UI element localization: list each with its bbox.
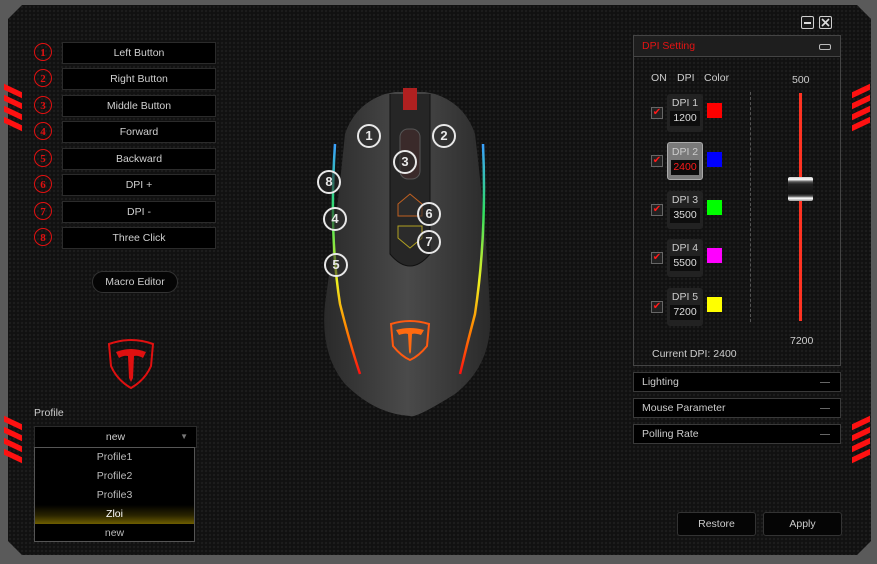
minimize-button[interactable]	[801, 16, 814, 29]
button-number-badge: 7	[34, 202, 52, 220]
profile-selected-value: new	[105, 431, 126, 443]
button-assign-dpi-minus[interactable]: DPI -	[62, 201, 216, 223]
profile-option[interactable]: Profile1	[35, 448, 194, 467]
decor-stripes-left-bottom	[4, 415, 24, 468]
dpi1-color-swatch[interactable]	[707, 103, 722, 118]
button-assign-right[interactable]: Right Button	[62, 68, 216, 90]
mouse-callout-8: 8	[317, 170, 341, 194]
dpi-setting-title: DPI Setting	[642, 40, 696, 52]
dpi-level-name: DPI 3	[671, 194, 699, 206]
dpi-setting-header[interactable]: DPI Setting	[634, 36, 840, 57]
dpi-level-name: DPI 4	[671, 242, 699, 254]
section-label: Polling Rate	[642, 428, 699, 440]
button-number-badge: 2	[34, 69, 52, 87]
profile-option[interactable]: Profile3	[35, 486, 194, 505]
section-lighting[interactable]: Lighting	[633, 372, 841, 392]
button-assign-dpi-plus[interactable]: DPI +	[62, 174, 216, 196]
dpi-level-value[interactable]: 7200	[670, 305, 700, 320]
mouse-callout-4: 4	[323, 207, 347, 231]
button-number-badge: 6	[34, 175, 52, 193]
button-assign-middle[interactable]: Middle Button	[62, 95, 216, 117]
dpi4-color-swatch[interactable]	[707, 248, 722, 263]
brand-logo	[107, 339, 155, 390]
dpi-slider-track[interactable]	[799, 93, 802, 321]
mouse-illustration	[324, 88, 491, 417]
dpi-level-name: DPI 1	[671, 97, 699, 109]
dpi-level-value[interactable]: 3500	[670, 208, 700, 223]
button-number-badge: 5	[34, 149, 52, 167]
button-number-badge: 3	[34, 96, 52, 114]
dpi-level-value[interactable]: 1200	[670, 111, 700, 126]
dpi3-enable-checkbox[interactable]: ✔	[651, 204, 663, 216]
dpi-level-1[interactable]: DPI 1 1200	[667, 94, 703, 132]
dpi-level-name: DPI 5	[671, 291, 699, 303]
profile-dropdown-list: Profile1 Profile2 Profile3 Zloi new	[34, 447, 195, 542]
dpi2-color-swatch[interactable]	[707, 152, 722, 167]
mouse-callout-1: 1	[357, 124, 381, 148]
restore-button[interactable]: Restore	[677, 512, 756, 536]
dpi1-enable-checkbox[interactable]: ✔	[651, 107, 663, 119]
section-label: Lighting	[642, 376, 679, 388]
button-number-badge: 1	[34, 43, 52, 61]
dpi5-color-swatch[interactable]	[707, 297, 722, 312]
button-number-badge: 8	[34, 228, 52, 246]
dpi-level-value[interactable]: 5500	[670, 256, 700, 271]
decor-stripes-right-bottom	[852, 415, 872, 468]
current-dpi-label: Current DPI:	[652, 348, 711, 360]
mouse-callout-7: 7	[417, 230, 441, 254]
dpi-level-2[interactable]: DPI 2 2400	[667, 142, 703, 180]
column-header-on: ON	[651, 72, 667, 84]
mouse-callout-3: 3	[393, 150, 417, 174]
current-dpi-readout: Current DPI: 2400	[652, 348, 737, 360]
profile-option[interactable]: Profile2	[35, 467, 194, 486]
decor-stripes-left-top	[4, 83, 24, 136]
profile-option[interactable]: new	[35, 524, 194, 543]
dpi-slider-max-label: 7200	[790, 335, 814, 347]
button-number-badge: 4	[34, 122, 52, 140]
expand-icon	[820, 408, 830, 409]
apply-button[interactable]: Apply	[763, 512, 842, 536]
current-dpi-value: 2400	[713, 348, 737, 360]
dpi-level-value[interactable]: 2400	[671, 160, 699, 175]
column-header-dpi: DPI	[677, 72, 695, 84]
minimize-icon	[804, 22, 811, 24]
button-assign-backward[interactable]: Backward	[62, 148, 216, 170]
dpi5-enable-checkbox[interactable]: ✔	[651, 301, 663, 313]
button-assign-left[interactable]: Left Button	[62, 42, 216, 64]
dpi-level-3[interactable]: DPI 3 3500	[667, 191, 703, 229]
collapse-icon[interactable]	[819, 44, 831, 50]
column-header-color: Color	[704, 72, 730, 84]
expand-icon	[820, 382, 830, 383]
dpi3-color-swatch[interactable]	[707, 200, 722, 215]
profile-dropdown[interactable]: new ▼	[34, 426, 197, 448]
dpi-level-name: DPI 2	[671, 146, 699, 158]
decor-stripes-right-top	[852, 83, 872, 136]
dpi-level-4[interactable]: DPI 4 5500	[667, 239, 703, 277]
section-label: Mouse Parameter	[642, 402, 726, 414]
mouse-callout-6: 6	[417, 202, 441, 226]
dpi-slider-thumb[interactable]	[788, 177, 813, 201]
mouse-callout-2: 2	[432, 124, 456, 148]
section-polling-rate[interactable]: Polling Rate	[633, 424, 841, 444]
close-button[interactable]	[819, 16, 832, 29]
dpi-slider-min-label: 500	[792, 74, 810, 86]
button-assign-three-click[interactable]: Three Click	[62, 227, 216, 249]
button-assign-forward[interactable]: Forward	[62, 121, 216, 143]
dpi4-enable-checkbox[interactable]: ✔	[651, 252, 663, 264]
dropdown-arrow-icon: ▼	[180, 432, 188, 441]
dpi-level-5[interactable]: DPI 5 7200	[667, 288, 703, 326]
profile-option-highlighted[interactable]: Zloi	[35, 505, 194, 524]
dpi2-enable-checkbox[interactable]: ✔	[651, 155, 663, 167]
expand-icon	[820, 434, 830, 435]
profile-label: Profile	[34, 407, 64, 419]
section-mouse-parameter[interactable]: Mouse Parameter	[633, 398, 841, 418]
close-icon	[821, 18, 830, 27]
divider	[750, 92, 751, 322]
macro-editor-button[interactable]: Macro Editor	[92, 271, 178, 293]
mouse-callout-5: 5	[324, 253, 348, 277]
